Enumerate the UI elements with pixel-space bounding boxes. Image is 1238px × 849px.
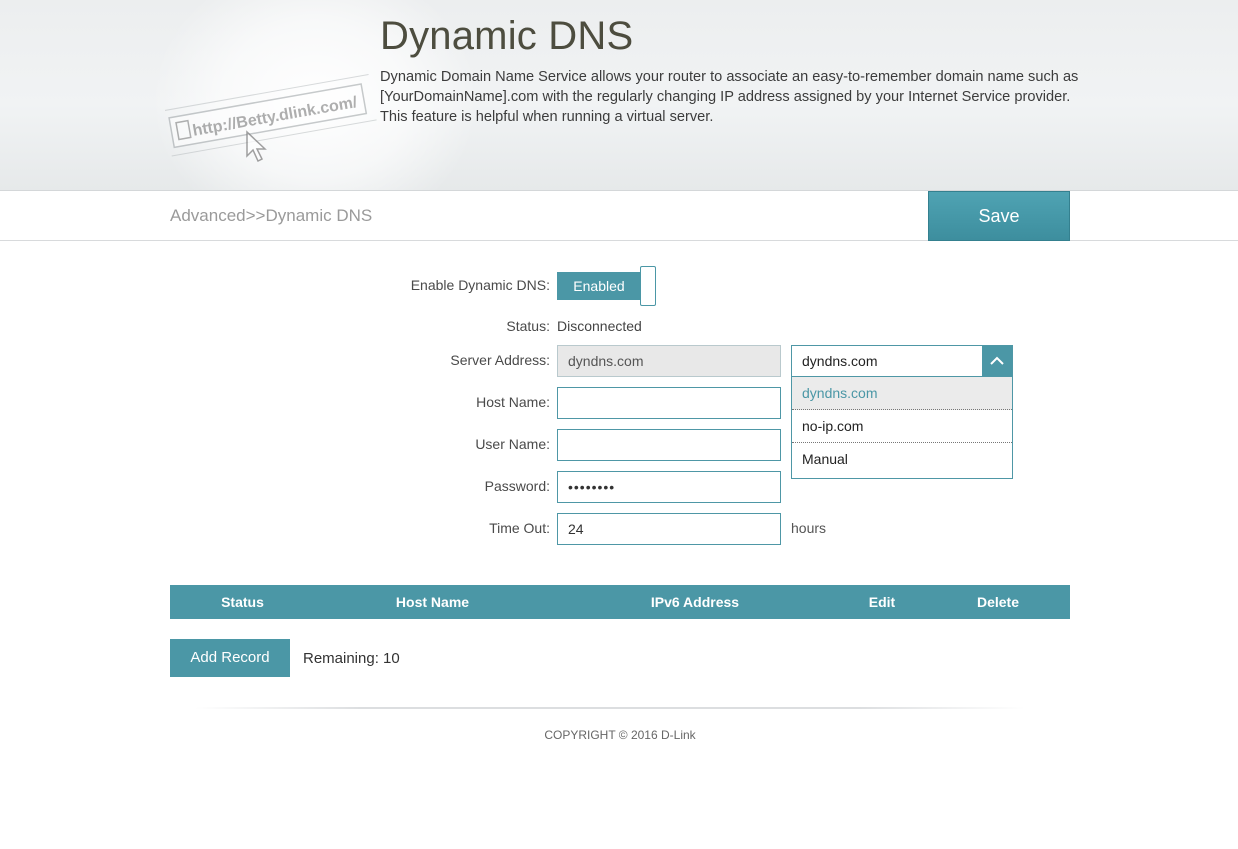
- column-status: Status: [221, 594, 264, 610]
- column-edit: Edit: [868, 594, 896, 610]
- dropdown-option-manual[interactable]: Manual: [792, 443, 1012, 476]
- user-name-label: User Name:: [475, 436, 550, 452]
- column-delete: Delete: [976, 594, 1020, 610]
- remaining-count: Remaining: 10: [303, 650, 400, 667]
- column-ipv6-address: IPv6 Address: [650, 594, 740, 610]
- server-address-label: Server Address:: [450, 352, 550, 368]
- host-name-label: Host Name:: [476, 394, 550, 410]
- password-input[interactable]: [557, 471, 781, 503]
- time-out-label: Time Out:: [489, 520, 550, 536]
- column-host-name: Host Name: [395, 594, 470, 610]
- user-name-input[interactable]: [557, 429, 781, 461]
- breadcrumb: Advanced>>Dynamic DNS: [170, 206, 373, 225]
- page-description: Dynamic Domain Name Service allows your …: [380, 69, 1079, 125]
- server-dropdown-list: dyndns.com no-ip.com Manual: [791, 377, 1013, 479]
- browser-url-illustration: http://Betty.dlink.com/: [165, 74, 377, 163]
- copyright: COPYRIGHT © 2016 D-Link: [544, 728, 696, 742]
- time-out-unit: hours: [791, 520, 827, 536]
- server-select-value: dyndns.com: [802, 353, 878, 369]
- dropdown-option-dyndns[interactable]: dyndns.com: [792, 377, 1012, 410]
- enable-ddns-label: Enable Dynamic DNS:: [410, 277, 550, 293]
- toggle-state-label: Enabled: [557, 272, 641, 300]
- dropdown-option-noip[interactable]: no-ip.com: [792, 410, 1012, 443]
- records-table-header: Status Host Name IPv6 Address Edit Delet…: [170, 585, 1070, 619]
- footer-divider: [195, 707, 1025, 709]
- page-title: Dynamic DNS: [380, 14, 634, 58]
- status-value: Disconnected: [557, 318, 642, 334]
- enable-ddns-toggle[interactable]: Enabled: [557, 266, 657, 306]
- toggle-knob[interactable]: [640, 266, 656, 306]
- status-label: Status:: [506, 318, 550, 334]
- header-banner: http://Betty.dlink.com/ Dynamic DNS Dyna…: [0, 0, 1238, 191]
- server-address-input: [557, 345, 781, 377]
- host-name-input[interactable]: [557, 387, 781, 419]
- time-out-input[interactable]: [557, 513, 781, 545]
- chevron-up-icon[interactable]: [982, 346, 1012, 376]
- save-button[interactable]: Save: [928, 191, 1070, 241]
- password-label: Password:: [484, 478, 550, 494]
- server-address-select[interactable]: dyndns.com: [791, 345, 1013, 377]
- add-record-button[interactable]: Add Record: [170, 639, 290, 677]
